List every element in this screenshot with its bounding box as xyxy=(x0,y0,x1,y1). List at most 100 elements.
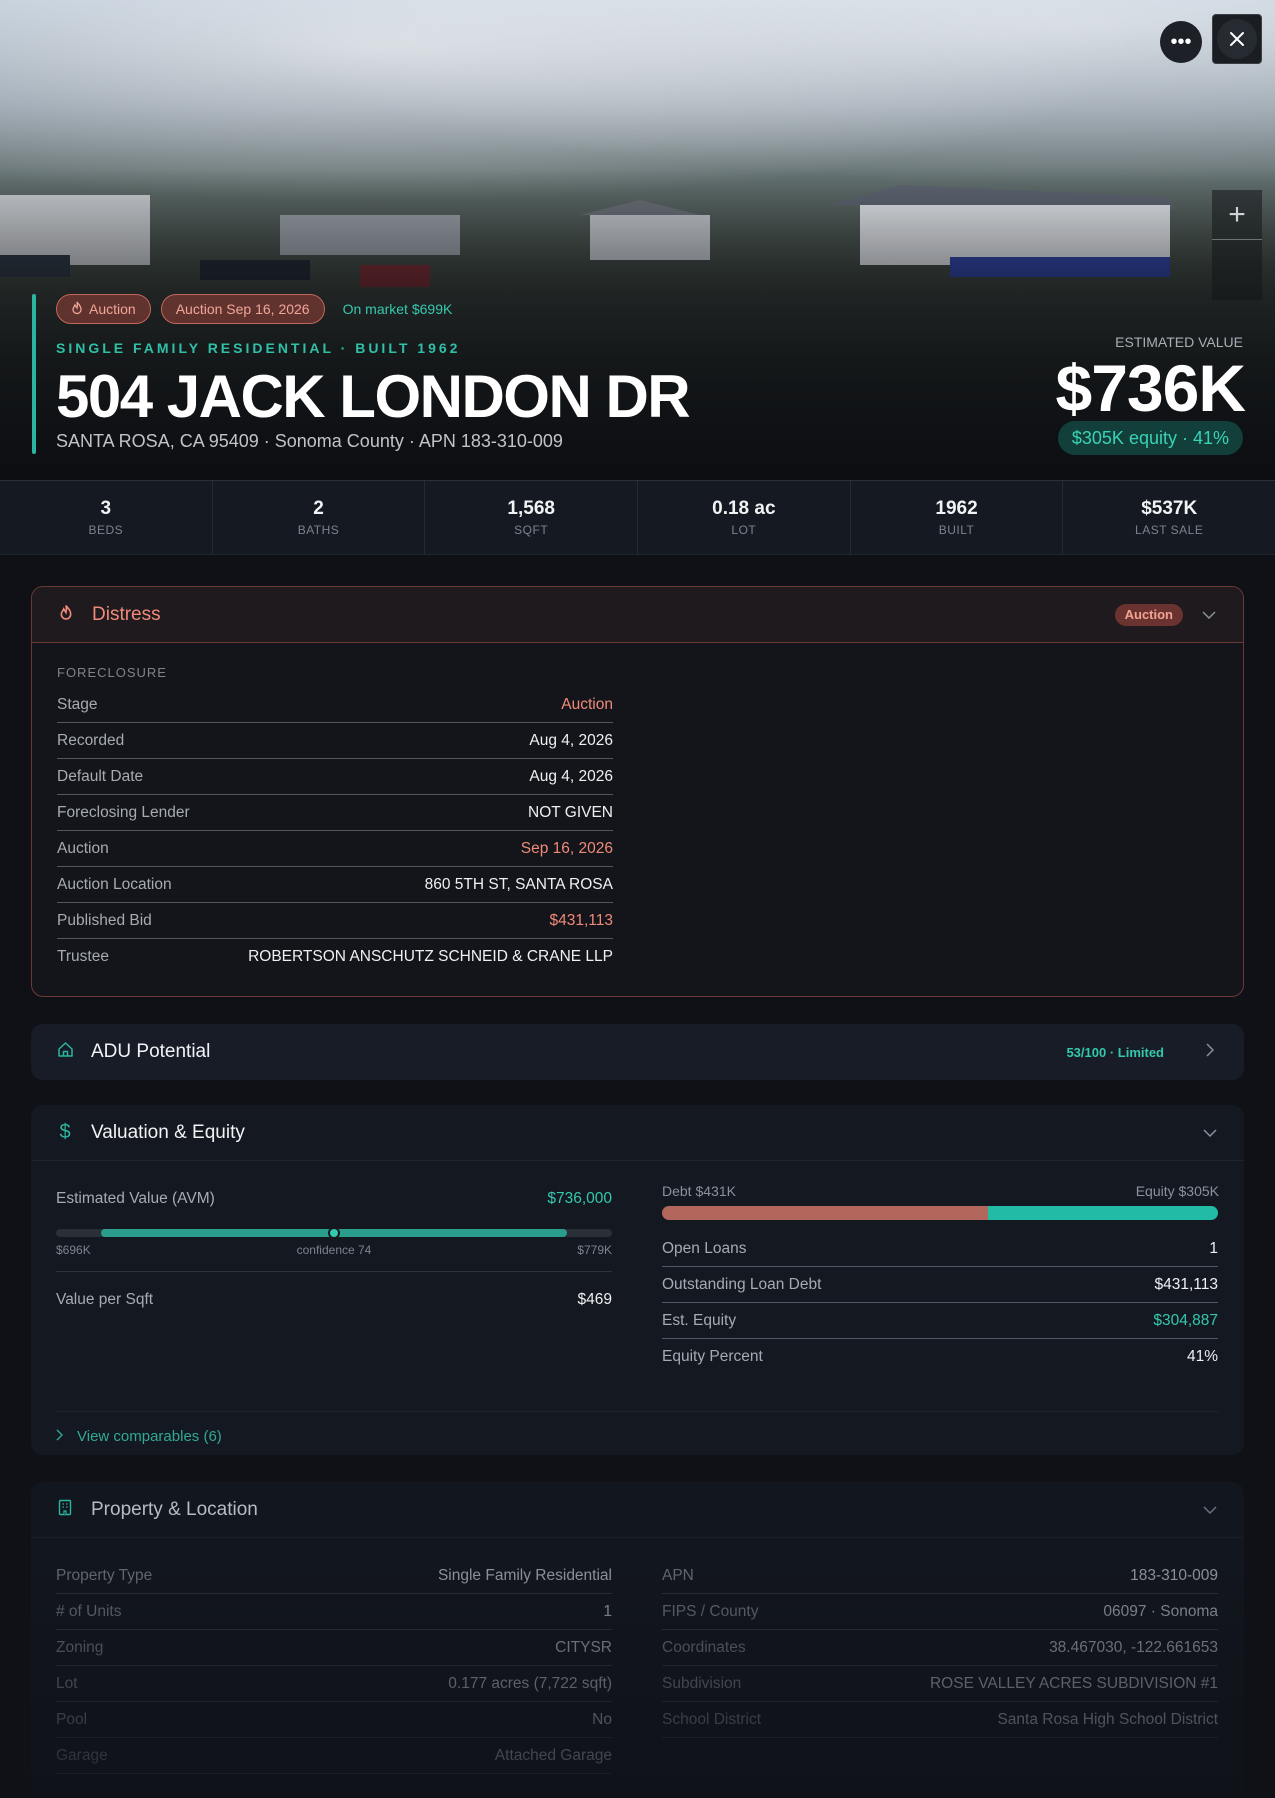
property-location-card: Property & Location Property Type Single … xyxy=(31,1482,1244,1798)
chevron-down-icon[interactable] xyxy=(1200,1501,1220,1519)
property-details-left: Property Type Single Family Residential #… xyxy=(56,1558,612,1774)
stat-baths: 2 BATHS xyxy=(213,481,426,554)
status-chips: Auction Auction Sep 16, 2026 On market $… xyxy=(56,294,460,324)
row-key: Trustee xyxy=(57,948,109,965)
comparables-label: View comparables (6) xyxy=(77,1428,222,1445)
row-key: Estimated Value (AVM) xyxy=(56,1190,215,1207)
distress-card: Distress Auction FORECLOSURE Stage Auctio… xyxy=(31,586,1244,997)
stat-beds: 3 BEDS xyxy=(0,481,213,554)
loan-details: Open Loans 1 Outstanding Loan Debt $431,11… xyxy=(662,1231,1218,1375)
stat-lot: 0.18 ac LOT xyxy=(638,481,851,554)
detail-row-apn: APN 183-310-009 xyxy=(662,1558,1218,1594)
row-key: Recorded xyxy=(57,731,125,749)
row-key: Value per Sqft xyxy=(56,1291,154,1308)
stat-label: SQFT xyxy=(514,523,549,537)
avm-marker xyxy=(328,1227,340,1239)
detail-row-zoning: Zoning CITYSR xyxy=(56,1630,612,1666)
row-value: Single Family Residential xyxy=(437,1566,612,1584)
property-card-header[interactable]: Property & Location xyxy=(31,1482,1244,1538)
row-key: Default Date xyxy=(57,767,144,785)
zoom-in-button[interactable]: + xyxy=(1212,190,1262,240)
detail-row-school-district: School District Santa Rosa High School Di… xyxy=(662,1702,1218,1738)
row-value: ROSE VALLEY ACRES SUBDIVISION #1 xyxy=(929,1674,1218,1692)
property-location-subtitle: SANTA ROSA, CA 95409 · Sonoma County · A… xyxy=(56,431,563,451)
detail-row-fips: FIPS / County 06097 · Sonoma xyxy=(662,1594,1218,1630)
row-value: No xyxy=(592,1710,612,1728)
auction-date-chip: Auction Sep 16, 2026 xyxy=(160,294,325,324)
row-key: Est. Equity xyxy=(662,1311,737,1329)
debt-label: Debt $431K xyxy=(662,1183,736,1199)
chevron-down-icon[interactable] xyxy=(1200,1124,1220,1142)
row-key: Auction Location xyxy=(57,875,172,893)
foreclosure-section-label: FORECLOSURE xyxy=(57,665,167,680)
property-title: Property & Location xyxy=(91,1498,258,1520)
more-options-button[interactable]: ••• xyxy=(1160,21,1202,63)
row-key: School District xyxy=(662,1710,762,1728)
stat-value: $537K xyxy=(1141,498,1198,519)
property-type-eyebrow: SINGLE FAMILY RESIDENTIAL · BUILT 1962 xyxy=(56,340,461,356)
row-value: 41% xyxy=(1186,1348,1218,1365)
row-key: # of Units xyxy=(56,1602,122,1620)
view-comparables-link[interactable]: View comparables (6) xyxy=(56,1411,1219,1445)
debt-equity-bar xyxy=(662,1206,1218,1220)
detail-row-pool: Pool No xyxy=(56,1702,612,1738)
chevron-down-icon[interactable] xyxy=(1199,606,1219,624)
hero-accent-bar xyxy=(32,294,36,454)
detail-row-coordinates: Coordinates 38.467030, -122.661653 xyxy=(662,1630,1218,1666)
row-value: $431,113 xyxy=(1154,1275,1219,1293)
stat-label: BUILT xyxy=(938,523,975,537)
row-key: Open Loans xyxy=(662,1239,747,1257)
stat-sqft: 1,568 SQFT xyxy=(425,481,639,554)
estimated-value: $736K xyxy=(1055,351,1246,425)
row-value: 1 xyxy=(1209,1239,1218,1257)
stat-label: LOT xyxy=(731,523,757,537)
row-value: 1 xyxy=(603,1602,612,1620)
adu-potential-card[interactable]: ADU Potential 53/100 · Limited xyxy=(31,1024,1244,1080)
adu-card-header[interactable]: ADU Potential 53/100 · Limited xyxy=(31,1024,1244,1080)
detail-row-lender: Foreclosing Lender NOT GIVEN xyxy=(57,795,613,831)
property-stats-bar: 3 BEDS 2 BATHS 1,568 SQFT 0.18 ac LOT 19… xyxy=(0,480,1275,555)
valuation-title: Valuation & Equity xyxy=(91,1121,245,1143)
detail-row-stage: Stage Auction xyxy=(57,687,613,723)
chevron-right-icon xyxy=(56,1428,64,1445)
distress-title: Distress xyxy=(92,603,161,625)
value-per-sqft-section: Value per Sqft $469 xyxy=(56,1271,612,1328)
distress-card-header[interactable]: Distress Auction xyxy=(32,587,1243,643)
row-value: 06097 · Sonoma xyxy=(1103,1602,1218,1620)
detail-row-auction-location: Auction Location 860 5TH ST, SANTA ROSA xyxy=(57,867,613,903)
chevron-right-icon[interactable] xyxy=(1200,1042,1220,1062)
row-value: Auction xyxy=(561,695,613,713)
value-per-sqft-row: Value per Sqft $469 xyxy=(56,1272,612,1328)
row-key: Equity Percent xyxy=(662,1348,763,1365)
row-value: ROBERTSON ANSCHUTZ SCHNEID & CRANE LLP xyxy=(248,948,613,965)
detail-row-published-bid: Published Bid $431,113 xyxy=(57,903,613,939)
auction-chip: Auction xyxy=(56,294,151,324)
avm-section: Estimated Value (AVM) $736,000 xyxy=(56,1181,612,1217)
stat-value: 1962 xyxy=(935,498,978,519)
detail-row-garage: Garage Attached Garage xyxy=(56,1738,612,1774)
stat-value: 2 xyxy=(313,498,324,519)
valuation-card-header[interactable]: $ Valuation & Equity xyxy=(31,1105,1244,1161)
row-value: Aug 4, 2026 xyxy=(529,731,613,749)
row-key: Outstanding Loan Debt xyxy=(662,1275,822,1293)
row-key: APN xyxy=(662,1566,694,1584)
avm-row: Estimated Value (AVM) $736,000 xyxy=(56,1181,612,1217)
row-value: 38.467030, -122.661653 xyxy=(1049,1638,1218,1656)
detail-row-loan-debt: Outstanding Loan Debt $431,113 xyxy=(662,1267,1218,1303)
adu-title: ADU Potential xyxy=(91,1041,211,1062)
row-value: Aug 4, 2026 xyxy=(529,767,613,785)
avm-range-high: $779K xyxy=(577,1243,612,1257)
stat-label: BEDS xyxy=(88,523,124,537)
close-button[interactable] xyxy=(1212,14,1262,64)
stat-value: 1,568 xyxy=(507,498,555,519)
equity-segment xyxy=(987,1206,1218,1220)
flame-icon xyxy=(71,301,83,318)
on-market-chip: On market $699K xyxy=(342,301,453,317)
row-key: Zoning xyxy=(56,1638,104,1656)
debt-segment xyxy=(662,1206,988,1220)
row-key: Stage xyxy=(57,695,98,713)
valuation-equity-card: $ Valuation & Equity Estimated Value (AV… xyxy=(31,1105,1244,1455)
avm-confidence: confidence 74 xyxy=(296,1243,372,1257)
detail-row-open-loans: Open Loans 1 xyxy=(662,1231,1218,1267)
map-zoom-control: + xyxy=(1212,190,1262,300)
